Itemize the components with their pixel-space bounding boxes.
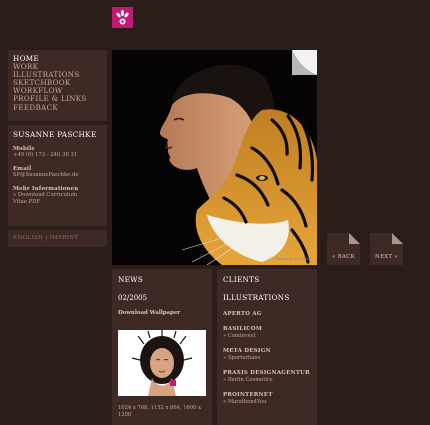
back-button-label: « BACK [332,254,355,260]
main-nav: HOME WORK ILLUSTRATIONS SKETCHBOOK WORKF… [8,50,107,121]
client-name: PRAXIS DESIGNAGENTUR [223,370,310,376]
page-fold-icon [392,233,403,244]
profile-panel: SUSANNE PASCHKE Mobile +49 (0) 173 - 240… [8,125,107,226]
woman-tiger-illustration [159,50,317,265]
wallpaper-resolutions: 1024 x 768, 1152 x 864, 1600 x 1200 [118,405,202,418]
client-project: » Cominvest [223,333,256,339]
client-item[interactable]: APERTO AG [223,311,312,317]
mobile-value: +49 (0) 173 - 240 30 31 [13,152,78,158]
client-project: » Berlin Cosmetics [223,377,273,383]
page-fold-icon [349,233,360,244]
client-name: APERTO AG [223,311,262,317]
cv-download-link-cont[interactable]: Vitae PDF [13,199,102,206]
next-button-label: NEXT » [375,254,398,260]
nav-item-feedback[interactable]: FEEDBACK [13,103,107,112]
client-name: BASILICOM [223,326,263,332]
email-link[interactable]: SP@SusannePaschke.de [13,172,102,179]
clients-panel: CLIENTS ILLUSTRATIONS APERTO AG BASILICO… [217,269,317,425]
logo-icon[interactable] [112,7,133,28]
language-imprint-bar[interactable]: ENGLISH | IMPRINT [8,230,107,247]
client-project: » Sportorhaus [223,355,261,361]
profile-name: SUSANNE PASCHKE [13,130,97,139]
download-wallpaper-link[interactable]: Download Wallpaper [118,310,207,316]
clients-title: CLIENTS [223,275,260,284]
next-button[interactable]: NEXT » [370,233,403,265]
client-name: META DESIGN [223,348,271,354]
news-title: NEWS [118,275,144,284]
news-date: 02/2005 [118,294,148,302]
client-project: » Marathon4You [223,399,267,405]
news-panel: NEWS 02/2005 Download Wallpaper 1024 x 7… [112,269,212,425]
client-item[interactable]: PROINTERNET » Marathon4You [223,392,312,405]
hero-credit: Susanne Paschke [275,256,311,261]
client-item[interactable]: PRAXIS DESIGNAGENTUR » Berlin Cosmetics [223,370,312,383]
cv-download-link[interactable]: » Download Curriculum [13,192,102,199]
hero-illustration: Susanne Paschke [112,50,317,265]
client-item[interactable]: META DESIGN » Sportorhaus [223,348,312,361]
clients-subtitle: ILLUSTRATIONS [223,293,290,302]
wallpaper-thumbnail[interactable] [118,330,206,396]
back-button[interactable]: « BACK [327,233,360,265]
client-name: PROINTERNET [223,392,273,398]
client-item[interactable]: BASILICOM » Cominvest [223,326,312,339]
